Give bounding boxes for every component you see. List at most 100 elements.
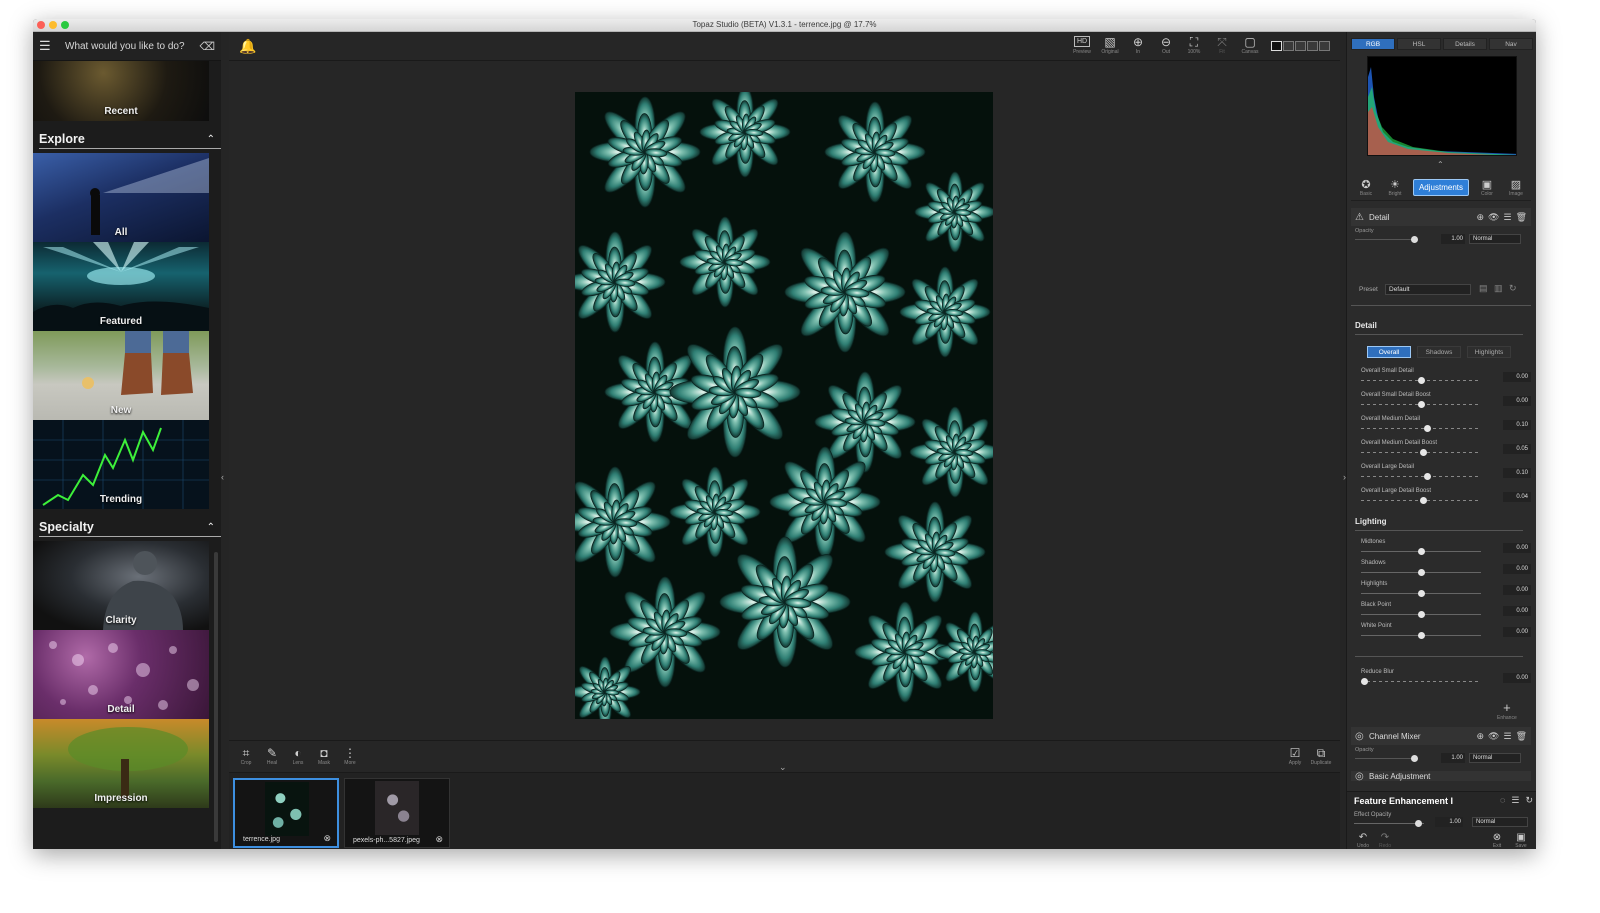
slider-value[interactable]: 0.00 <box>1503 396 1531 406</box>
opacity-knob[interactable] <box>1411 236 1418 243</box>
adjustment-slider[interactable]: Overall Medium Detail 0.10 <box>1361 416 1531 437</box>
layer-header[interactable]: ⚠ Detail ⊕ 👁 ☰ 🗑 <box>1351 208 1531 226</box>
slider-knob[interactable] <box>1418 611 1425 618</box>
slider-value[interactable]: 0.00 <box>1503 543 1531 553</box>
adjustment-slider[interactable]: Midtones 0.00 <box>1361 539 1531 560</box>
slider-value[interactable]: 0.10 <box>1503 468 1531 478</box>
adjustment-slider[interactable]: Overall Medium Detail Boost 0.05 <box>1361 440 1531 461</box>
adjustment-slider[interactable]: Black Point 0.00 <box>1361 602 1531 623</box>
opacity-track[interactable] <box>1355 239 1415 240</box>
tab-details[interactable]: Details <box>1443 38 1487 50</box>
duplicate-button[interactable]: ⧉ Duplicate <box>1310 746 1332 766</box>
save-button[interactable]: ▣ Save <box>1511 832 1531 849</box>
opacity-value[interactable]: 1.00 <box>1441 753 1465 763</box>
collapse-histogram-icon[interactable]: ⌃ <box>1437 160 1444 169</box>
slider-knob[interactable] <box>1418 569 1425 576</box>
slider-knob[interactable] <box>1418 401 1425 408</box>
slider-knob[interactable] <box>1418 377 1425 384</box>
slider-knob[interactable] <box>1361 678 1368 685</box>
actual-size-button[interactable]: ⛶ 100% <box>1183 35 1205 55</box>
specialty-header[interactable]: Specialty ⌃ <box>33 509 221 541</box>
tile-clarity[interactable]: Clarity <box>33 541 209 630</box>
blend-mode-select[interactable]: Normal <box>1469 234 1521 244</box>
opacity-value[interactable]: 1.00 <box>1441 234 1465 244</box>
canvas-area[interactable]: ‹ › ⌄ <box>221 62 1346 772</box>
add-mask-icon[interactable]: ⊕ <box>1477 212 1485 223</box>
zoom-in-button[interactable]: ⊕ In <box>1127 35 1149 55</box>
tile-detail[interactable]: Detail <box>33 630 209 719</box>
slider-knob[interactable] <box>1418 632 1425 639</box>
slider-value[interactable]: 0.04 <box>1503 492 1531 502</box>
tile-new[interactable]: New <box>33 331 209 420</box>
layer-header[interactable]: ◎ Basic Adjustment <box>1351 771 1531 781</box>
adjustment-slider[interactable]: Overall Small Detail 0.00 <box>1361 368 1531 389</box>
sidebar-scrollbar[interactable] <box>214 552 218 842</box>
tab-highlights[interactable]: Highlights <box>1467 346 1511 358</box>
slider-value[interactable]: 0.00 <box>1503 606 1531 616</box>
slider-value[interactable]: 0.00 <box>1503 673 1531 683</box>
bright-category[interactable]: ☀ Bright <box>1384 178 1406 197</box>
preset-select[interactable]: Default <box>1385 284 1471 295</box>
slider-track[interactable] <box>1361 681 1481 682</box>
single-view-button[interactable] <box>1271 41 1282 51</box>
eye-icon[interactable]: 👁 <box>1488 731 1499 742</box>
slider-knob[interactable] <box>1424 425 1431 432</box>
original-button[interactable]: ▧ Original <box>1099 35 1121 55</box>
side-by-side-button[interactable] <box>1307 41 1318 51</box>
split-horizontal-button[interactable] <box>1295 41 1306 51</box>
slider-value[interactable]: 0.00 <box>1503 585 1531 595</box>
basic-category[interactable]: ✪ Basic <box>1355 178 1377 197</box>
adjustment-slider[interactable]: Highlights 0.00 <box>1361 581 1531 602</box>
slider-knob[interactable] <box>1418 590 1425 597</box>
effect-opacity-track[interactable] <box>1354 823 1424 824</box>
delete-preset-icon[interactable]: ▥ <box>1494 283 1503 294</box>
explore-header[interactable]: Explore ⌃ <box>33 121 221 153</box>
menu-icon[interactable]: ☰ <box>39 38 59 54</box>
hamburger-icon[interactable]: ☰ <box>1511 795 1519 806</box>
enhance-button[interactable]: + Enhance <box>1497 700 1517 721</box>
add-mask-icon[interactable]: ⊕ <box>1477 731 1485 742</box>
tab-overall[interactable]: Overall <box>1367 346 1411 358</box>
blend-mode-select[interactable]: Normal <box>1469 753 1521 763</box>
eye-icon[interactable]: 👁 <box>1488 212 1499 223</box>
close-thumb-icon[interactable]: ⊗ <box>435 834 443 845</box>
opacity-track[interactable] <box>1355 758 1415 759</box>
apply-button[interactable]: ☑ Apply <box>1284 746 1306 766</box>
slider-value[interactable]: 0.00 <box>1503 627 1531 637</box>
heal-button[interactable]: ✎ Heal <box>261 746 283 766</box>
effect-opacity-knob[interactable] <box>1415 820 1422 827</box>
close-thumb-icon[interactable]: ⊗ <box>323 833 331 844</box>
mask-icon[interactable]: ◌ <box>1500 795 1505 806</box>
reduce-blur-slider[interactable]: Reduce Blur 0.00 <box>1361 669 1531 690</box>
bell-icon[interactable]: 🔔 <box>239 38 256 55</box>
save-preset-icon[interactable]: ▤ <box>1479 283 1488 294</box>
slider-knob[interactable] <box>1420 449 1428 456</box>
adjustment-slider[interactable]: Overall Small Detail Boost 0.00 <box>1361 392 1531 413</box>
adjustment-slider[interactable]: White Point 0.00 <box>1361 623 1531 644</box>
tile-trending[interactable]: Trending <box>33 420 209 509</box>
exit-button[interactable]: ⊗ Exit <box>1487 832 1507 849</box>
more-button[interactable]: ⋮ More <box>339 746 361 766</box>
slider-knob[interactable] <box>1420 497 1428 504</box>
slider-knob[interactable] <box>1424 473 1431 480</box>
slider-value[interactable]: 0.00 <box>1503 564 1531 574</box>
slider-knob[interactable] <box>1418 548 1425 555</box>
lens-button[interactable]: ◐ Lens <box>287 746 309 766</box>
quad-view-button[interactable] <box>1319 41 1330 51</box>
adjustment-slider[interactable]: Overall Large Detail 0.10 <box>1361 464 1531 485</box>
trash-icon[interactable]: 🗑 <box>1516 731 1527 742</box>
filmstrip-thumb[interactable]: pexels-ph...5827.jpeg ⊗ <box>344 778 450 848</box>
slider-track[interactable] <box>1361 428 1481 429</box>
chevron-up-icon[interactable]: ⌃ <box>207 134 215 145</box>
tile-featured[interactable]: Featured <box>33 242 209 331</box>
tab-nav[interactable]: Nav <box>1489 38 1533 50</box>
tab-rgb[interactable]: RGB <box>1351 38 1395 50</box>
tile-recent[interactable]: Recent <box>33 61 209 121</box>
split-view-button[interactable] <box>1283 41 1294 51</box>
opacity-knob[interactable] <box>1411 755 1418 762</box>
slider-value[interactable]: 0.05 <box>1503 444 1531 454</box>
canvas-button[interactable]: ▢ Canvas <box>1239 35 1261 55</box>
adjustment-slider[interactable]: Shadows 0.00 <box>1361 560 1531 581</box>
trash-icon[interactable]: 🗑 <box>1516 212 1527 223</box>
image-category[interactable]: ▨ Image <box>1505 178 1527 197</box>
